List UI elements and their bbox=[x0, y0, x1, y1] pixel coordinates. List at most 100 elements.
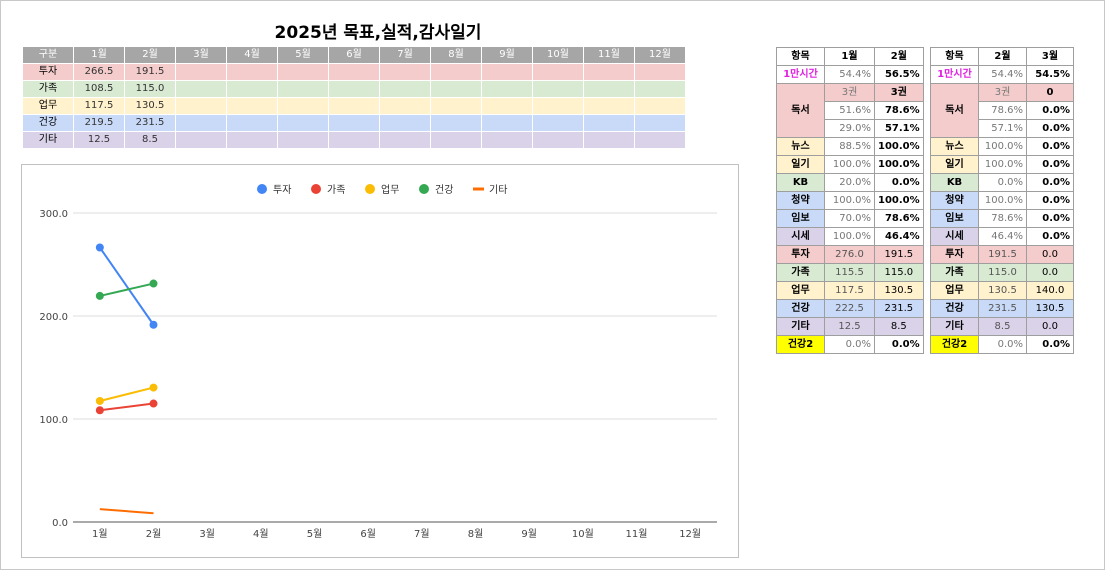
value-cell[interactable]: 3권 bbox=[824, 83, 875, 102]
table-cell[interactable] bbox=[583, 80, 635, 98]
value-cell[interactable]: 0.0% bbox=[1026, 173, 1074, 192]
value-cell[interactable]: 0.0% bbox=[824, 335, 875, 354]
value-cell[interactable]: 100.0% bbox=[874, 137, 924, 156]
row-label[interactable]: 뉴스 bbox=[776, 137, 825, 156]
row-label[interactable]: 건강 bbox=[776, 299, 825, 318]
value-cell[interactable]: 276.0 bbox=[824, 245, 875, 264]
table-cell[interactable]: 108.5 bbox=[73, 80, 125, 98]
row-label[interactable]: 임보 bbox=[930, 209, 979, 228]
table-cell[interactable]: 117.5 bbox=[73, 97, 125, 115]
table-cell[interactable] bbox=[430, 114, 482, 132]
row-label[interactable]: 건강2 bbox=[776, 335, 825, 354]
table-cell[interactable] bbox=[634, 80, 686, 98]
row-label[interactable]: 투자 bbox=[930, 245, 979, 264]
table-cell[interactable] bbox=[226, 114, 278, 132]
value-cell[interactable]: 57.1% bbox=[978, 119, 1027, 138]
table-cell[interactable] bbox=[175, 80, 227, 98]
value-cell[interactable]: 130.5 bbox=[978, 281, 1027, 300]
value-cell[interactable]: 100.0% bbox=[824, 227, 875, 246]
value-cell[interactable]: 0.0% bbox=[1026, 155, 1074, 174]
table-cell[interactable] bbox=[277, 114, 329, 132]
row-label[interactable]: 투자 bbox=[22, 63, 74, 81]
value-cell[interactable]: 0.0% bbox=[1026, 191, 1074, 210]
value-cell[interactable]: 54.4% bbox=[978, 65, 1027, 84]
table-cell[interactable] bbox=[430, 131, 482, 149]
row-label[interactable]: 가족 bbox=[776, 263, 825, 282]
table-cell[interactable] bbox=[532, 80, 584, 98]
table-cell[interactable] bbox=[328, 131, 380, 149]
row-label[interactable]: 가족 bbox=[22, 80, 74, 98]
value-cell[interactable]: 100.0% bbox=[978, 191, 1027, 210]
table-cell[interactable] bbox=[175, 114, 227, 132]
row-label[interactable]: 1만시간 bbox=[930, 65, 979, 84]
value-cell[interactable]: 0.0% bbox=[1026, 227, 1074, 246]
row-label[interactable]: 가족 bbox=[930, 263, 979, 282]
row-label[interactable]: 일기 bbox=[776, 155, 825, 174]
table-cell[interactable] bbox=[532, 63, 584, 81]
table-cell[interactable] bbox=[532, 114, 584, 132]
row-label[interactable]: KB bbox=[930, 173, 979, 192]
table-cell[interactable] bbox=[277, 131, 329, 149]
row-label[interactable]: 기타 bbox=[776, 317, 825, 336]
table-cell[interactable] bbox=[328, 80, 380, 98]
value-cell[interactable]: 0.0% bbox=[1026, 335, 1074, 354]
table-cell[interactable] bbox=[532, 131, 584, 149]
row-label[interactable]: 기타 bbox=[930, 317, 979, 336]
table-cell[interactable] bbox=[379, 63, 431, 81]
row-label[interactable]: 임보 bbox=[776, 209, 825, 228]
row-label[interactable]: 업무 bbox=[22, 97, 74, 115]
row-label[interactable]: 독서 bbox=[776, 83, 825, 138]
table-cell[interactable] bbox=[379, 131, 431, 149]
value-cell[interactable]: 130.5 bbox=[1026, 299, 1074, 318]
value-cell[interactable]: 57.1% bbox=[874, 119, 924, 138]
table-cell[interactable] bbox=[430, 97, 482, 115]
table-cell[interactable] bbox=[634, 63, 686, 81]
value-cell[interactable]: 12.5 bbox=[824, 317, 875, 336]
table-cell[interactable] bbox=[583, 131, 635, 149]
table-cell[interactable] bbox=[175, 131, 227, 149]
value-cell[interactable]: 0.0% bbox=[978, 173, 1027, 192]
value-cell[interactable]: 0.0% bbox=[978, 335, 1027, 354]
table-cell[interactable]: 12.5 bbox=[73, 131, 125, 149]
table-cell[interactable] bbox=[583, 114, 635, 132]
value-cell[interactable]: 100.0% bbox=[824, 155, 875, 174]
value-cell[interactable]: 88.5% bbox=[824, 137, 875, 156]
table-cell[interactable] bbox=[379, 114, 431, 132]
row-label[interactable]: 기타 bbox=[22, 131, 74, 149]
value-cell[interactable]: 0 bbox=[1026, 83, 1074, 102]
table-cell[interactable] bbox=[481, 131, 533, 149]
table-cell[interactable] bbox=[379, 80, 431, 98]
row-label[interactable]: 일기 bbox=[930, 155, 979, 174]
value-cell[interactable]: 117.5 bbox=[824, 281, 875, 300]
value-cell[interactable]: 78.6% bbox=[874, 209, 924, 228]
value-cell[interactable]: 54.5% bbox=[1026, 65, 1074, 84]
value-cell[interactable]: 51.6% bbox=[824, 101, 875, 120]
value-cell[interactable]: 46.4% bbox=[978, 227, 1027, 246]
value-cell[interactable]: 8.5 bbox=[874, 317, 924, 336]
row-label[interactable]: 청약 bbox=[776, 191, 825, 210]
row-label[interactable]: 독서 bbox=[930, 83, 979, 138]
value-cell[interactable]: 70.0% bbox=[824, 209, 875, 228]
value-cell[interactable]: 231.5 bbox=[978, 299, 1027, 318]
table-cell[interactable] bbox=[226, 97, 278, 115]
value-cell[interactable]: 0.0 bbox=[1026, 245, 1074, 264]
table-cell[interactable] bbox=[430, 63, 482, 81]
value-cell[interactable]: 115.5 bbox=[824, 263, 875, 282]
table-cell[interactable] bbox=[175, 63, 227, 81]
value-cell[interactable]: 0.0 bbox=[1026, 317, 1074, 336]
table-cell[interactable] bbox=[328, 97, 380, 115]
table-cell[interactable] bbox=[226, 131, 278, 149]
table-cell[interactable] bbox=[634, 97, 686, 115]
table-cell[interactable] bbox=[226, 80, 278, 98]
value-cell[interactable]: 115.0 bbox=[874, 263, 924, 282]
table-cell[interactable] bbox=[277, 97, 329, 115]
value-cell[interactable]: 78.6% bbox=[978, 209, 1027, 228]
row-label[interactable]: KB bbox=[776, 173, 825, 192]
table-cell[interactable]: 231.5 bbox=[124, 114, 176, 132]
value-cell[interactable]: 100.0% bbox=[824, 191, 875, 210]
value-cell[interactable]: 29.0% bbox=[824, 119, 875, 138]
value-cell[interactable]: 191.5 bbox=[978, 245, 1027, 264]
table-cell[interactable]: 191.5 bbox=[124, 63, 176, 81]
row-label[interactable]: 건강 bbox=[22, 114, 74, 132]
table-cell[interactable] bbox=[328, 114, 380, 132]
